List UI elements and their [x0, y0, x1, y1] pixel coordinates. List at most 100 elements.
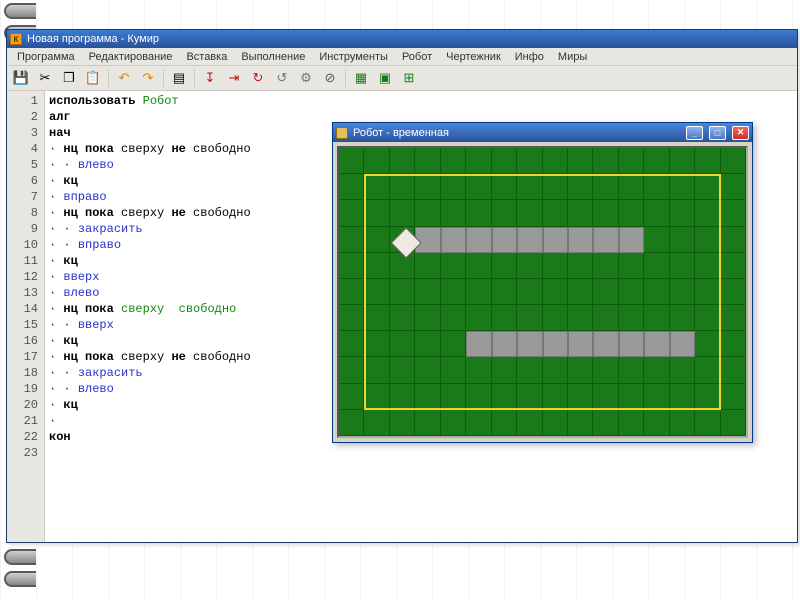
- grid-cell[interactable]: [339, 148, 364, 174]
- grid-cell[interactable]: [670, 200, 695, 226]
- grid-cell[interactable]: [568, 305, 593, 331]
- grid-cell[interactable]: [364, 227, 389, 253]
- minimize-button[interactable]: _: [686, 126, 703, 140]
- grid-cell[interactable]: [466, 279, 491, 305]
- grid-cell[interactable]: [695, 253, 720, 279]
- copy-icon[interactable]: ❐: [58, 67, 80, 89]
- redo-icon[interactable]: ↷: [137, 67, 159, 89]
- grid-cell[interactable]: [339, 357, 364, 383]
- grid-cell[interactable]: [568, 279, 593, 305]
- grid-cell[interactable]: [644, 279, 669, 305]
- grid-cell[interactable]: [466, 384, 491, 410]
- maximize-button[interactable]: □: [709, 126, 726, 140]
- grid-cell[interactable]: [390, 279, 415, 305]
- grid-cell[interactable]: [364, 200, 389, 226]
- grid-cell[interactable]: [517, 384, 542, 410]
- grid-cell[interactable]: [517, 200, 542, 226]
- grid-cell[interactable]: [364, 331, 389, 357]
- grid-cell[interactable]: [695, 174, 720, 200]
- grid-cell[interactable]: [644, 200, 669, 226]
- grid-cell[interactable]: [619, 279, 644, 305]
- grid-cell[interactable]: [415, 384, 440, 410]
- grid-cell[interactable]: [364, 357, 389, 383]
- grid-cell[interactable]: [721, 227, 746, 253]
- grid-cell[interactable]: [695, 331, 720, 357]
- grid-cell[interactable]: [568, 357, 593, 383]
- grid-cell[interactable]: [619, 174, 644, 200]
- grid-cell[interactable]: [441, 200, 466, 226]
- save-icon[interactable]: 💾: [10, 67, 32, 89]
- grid-cell[interactable]: [415, 331, 440, 357]
- grid-cell[interactable]: [339, 384, 364, 410]
- run-step-icon[interactable]: ↧: [199, 67, 221, 89]
- grid-cell[interactable]: [466, 357, 491, 383]
- grid-cell[interactable]: [644, 174, 669, 200]
- grid-cell[interactable]: [593, 279, 618, 305]
- paste-icon[interactable]: 📋: [82, 67, 104, 89]
- grid-cell[interactable]: [390, 410, 415, 436]
- grid-cell[interactable]: [721, 410, 746, 436]
- menu-робот[interactable]: Робот: [396, 50, 438, 64]
- skip-icon[interactable]: ↺: [271, 67, 293, 89]
- grid-cell[interactable]: [390, 305, 415, 331]
- menu-инфо[interactable]: Инфо: [509, 50, 550, 64]
- grid-cell[interactable]: [568, 410, 593, 436]
- cut-icon[interactable]: ✂: [34, 67, 56, 89]
- grid-cell[interactable]: [415, 174, 440, 200]
- grid-cell[interactable]: [492, 200, 517, 226]
- menu-вставка[interactable]: Вставка: [180, 50, 233, 64]
- grid-cell[interactable]: [670, 305, 695, 331]
- grid-cell[interactable]: [441, 305, 466, 331]
- robot-field[interactable]: [337, 146, 748, 438]
- list-icon[interactable]: ▤: [168, 67, 190, 89]
- grid-cell[interactable]: [390, 148, 415, 174]
- grid-cell[interactable]: [415, 305, 440, 331]
- grid-cell[interactable]: [466, 174, 491, 200]
- menu-редактирование[interactable]: Редактирование: [83, 50, 179, 64]
- grid-cell[interactable]: [492, 174, 517, 200]
- grid-cell[interactable]: [695, 200, 720, 226]
- grid-cell[interactable]: [695, 227, 720, 253]
- grid-cell[interactable]: [543, 174, 568, 200]
- grid-cell[interactable]: [364, 174, 389, 200]
- grid-cell[interactable]: [441, 253, 466, 279]
- grid-cell[interactable]: [568, 253, 593, 279]
- grid-cell[interactable]: [670, 253, 695, 279]
- grid-cell[interactable]: [543, 357, 568, 383]
- grid-cell[interactable]: [364, 305, 389, 331]
- grid-cell[interactable]: [364, 384, 389, 410]
- grid-cell[interactable]: [619, 384, 644, 410]
- grid-cell[interactable]: [492, 279, 517, 305]
- grid-cell[interactable]: [593, 384, 618, 410]
- grid-cell[interactable]: [721, 384, 746, 410]
- grid-cell[interactable]: [543, 305, 568, 331]
- grid-cell[interactable]: [466, 305, 491, 331]
- grid-cell[interactable]: [670, 410, 695, 436]
- grid-cell[interactable]: [390, 200, 415, 226]
- grid-cell[interactable]: [644, 148, 669, 174]
- grid-cell[interactable]: [721, 253, 746, 279]
- grid-cell[interactable]: [721, 357, 746, 383]
- grid-cell[interactable]: [466, 200, 491, 226]
- grid-cell[interactable]: [364, 148, 389, 174]
- grid-cell[interactable]: [619, 253, 644, 279]
- grid-cell[interactable]: [441, 279, 466, 305]
- grid-cell[interactable]: [492, 148, 517, 174]
- robot-titlebar[interactable]: Робот - временная _ □ ✕: [333, 123, 752, 142]
- grid-outline-icon[interactable]: ▣: [374, 67, 396, 89]
- grid-cell[interactable]: [466, 410, 491, 436]
- grid-cell[interactable]: [543, 384, 568, 410]
- grid-cell[interactable]: [390, 253, 415, 279]
- grid-cell[interactable]: [670, 384, 695, 410]
- grid-cell[interactable]: [695, 148, 720, 174]
- menu-выполнение[interactable]: Выполнение: [235, 50, 311, 64]
- grid-cell[interactable]: [415, 410, 440, 436]
- menu-чертежник[interactable]: Чертежник: [440, 50, 507, 64]
- menu-миры[interactable]: Миры: [552, 50, 593, 64]
- grid-cell[interactable]: [339, 253, 364, 279]
- grid-cell[interactable]: [568, 200, 593, 226]
- grid-cell[interactable]: [339, 174, 364, 200]
- grid-cell[interactable]: [568, 148, 593, 174]
- menu-программа[interactable]: Программа: [11, 50, 81, 64]
- grid-cell[interactable]: [441, 148, 466, 174]
